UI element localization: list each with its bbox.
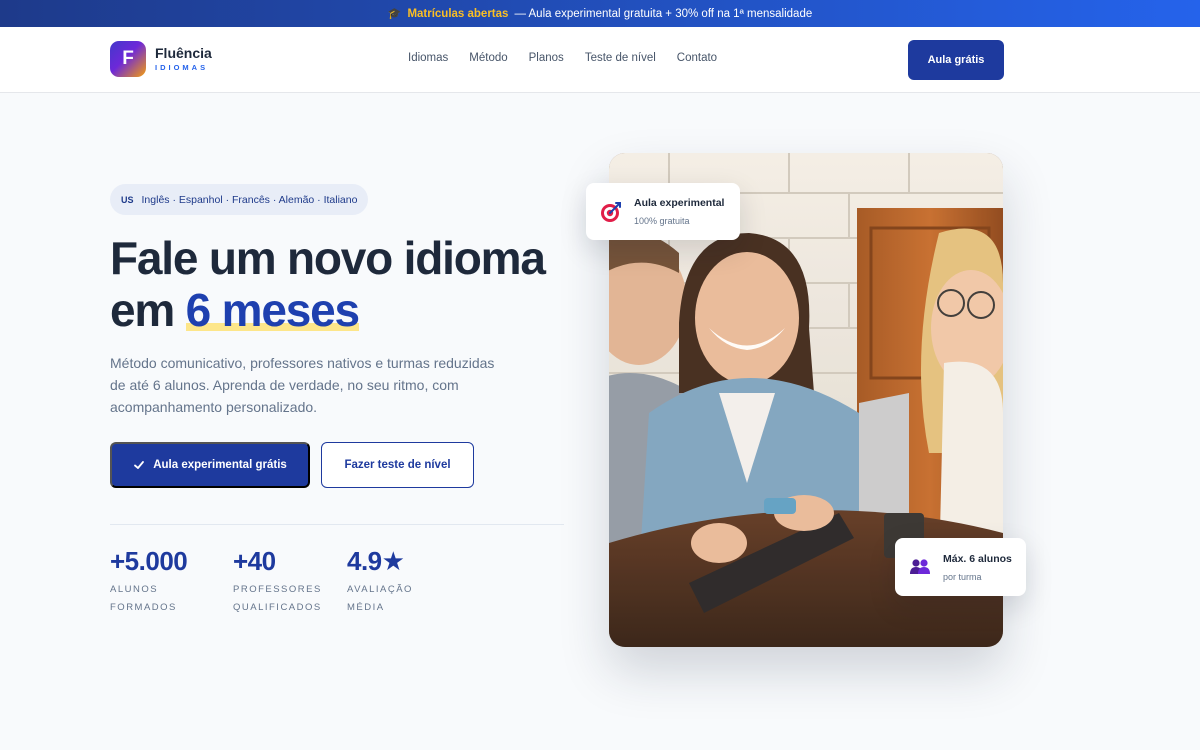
class-size-card-subtitle: por turma: [943, 571, 982, 582]
stat-value: +40: [233, 546, 276, 576]
trial-class-button[interactable]: Aula experimental grátis: [110, 442, 310, 488]
logo-mark: F: [110, 41, 146, 77]
logo[interactable]: F Fluência IDIOMAS: [110, 41, 212, 77]
stat-alunos: +5.000 ALUNOS FORMADOS: [110, 545, 233, 617]
announcement-text: — Aula experimental gratuita + 30% off n…: [514, 7, 813, 20]
nav-item-idiomas[interactable]: Idiomas: [408, 52, 448, 64]
logo-text: Fluência IDIOMAS: [155, 46, 212, 72]
stat-value: 4.9★: [347, 546, 405, 576]
hero-lead: Método comunicativo, professores nativos…: [110, 355, 495, 415]
brand-name: Fluência: [155, 45, 212, 62]
nav-item-metodo[interactable]: Método: [469, 52, 507, 64]
stat-professores: +40 PROFESSORES QUALIFICADOS: [233, 545, 347, 617]
nav-item-teste-de-nivel[interactable]: Teste de nível: [585, 52, 656, 64]
class-size-card-title: Máx. 6 alunos: [943, 552, 1012, 565]
stat-label: ALUNOS FORMADOS: [110, 581, 233, 617]
trial-class-button-label: Aula experimental grátis: [153, 459, 287, 471]
main-nav: Idiomas Método Planos Teste de nível Con…: [408, 52, 717, 64]
class-size-card-text: Máx. 6 alunos por turma: [943, 553, 1012, 582]
stat-label-line1: ALUNOS: [110, 584, 159, 595]
check-icon: [134, 461, 145, 469]
stat-label: AVALIAÇÃO MÉDIA: [347, 581, 447, 617]
announcement-bar: 🎓 Matrículas abertas — Aula experimental…: [0, 0, 1200, 27]
headline-line2-prefix: em: [110, 284, 186, 336]
headline-accent: 6 meses: [185, 284, 360, 336]
nav-item-planos[interactable]: Planos: [529, 52, 564, 64]
graduation-cap-icon: 🎓: [387, 8, 402, 20]
stats-divider: [110, 524, 564, 525]
nav-item-contato[interactable]: Contato: [677, 52, 717, 64]
stat-label-line2: FORMADOS: [110, 602, 177, 613]
trial-card-text: Aula experimental 100% gratuita: [634, 197, 724, 226]
announcement-highlight: Matrículas abertas: [407, 7, 509, 20]
stat-label-line2: MÉDIA: [347, 602, 385, 613]
stat-label-line2: QUALIFICADOS: [233, 602, 322, 613]
class-size-card: Máx. 6 alunos por turma: [895, 538, 1026, 596]
stat-label: PROFESSORES QUALIFICADOS: [233, 581, 347, 617]
target-icon: [600, 201, 622, 223]
header-cta-button[interactable]: Aula grátis: [908, 40, 1004, 80]
stat-value: +5.000: [110, 546, 188, 576]
site-header: F Fluência IDIOMAS Idiomas Método Planos…: [0, 27, 1200, 93]
stat-label-line1: PROFESSORES: [233, 584, 322, 595]
trial-card-title: Aula experimental: [634, 197, 725, 209]
trial-card-subtitle: 100% gratuita: [634, 216, 690, 226]
brand-sub: IDIOMAS: [155, 63, 209, 73]
people-icon: [909, 556, 931, 578]
headline-line1: Fale um novo idioma: [110, 232, 546, 284]
us-flag-icon: US: [121, 194, 134, 205]
stat-avaliacao: 4.9★ AVALIAÇÃO MÉDIA: [347, 545, 447, 617]
languages-list: Inglês · Espanhol · Francês · Alemão · I…: [141, 193, 358, 206]
hero-headline: Fale um novo idioma em 6 meses: [110, 232, 546, 336]
trial-card: Aula experimental 100% gratuita: [586, 183, 740, 240]
stats-row: +5.000 ALUNOS FORMADOS +40 PROFESSORES QUA…: [110, 545, 447, 617]
stat-label-line1: AVALIAÇÃO: [347, 584, 413, 595]
languages-pill: US Inglês · Espanhol · Francês · Alemão …: [110, 184, 369, 215]
level-test-button[interactable]: Fazer teste de nível: [321, 442, 474, 488]
